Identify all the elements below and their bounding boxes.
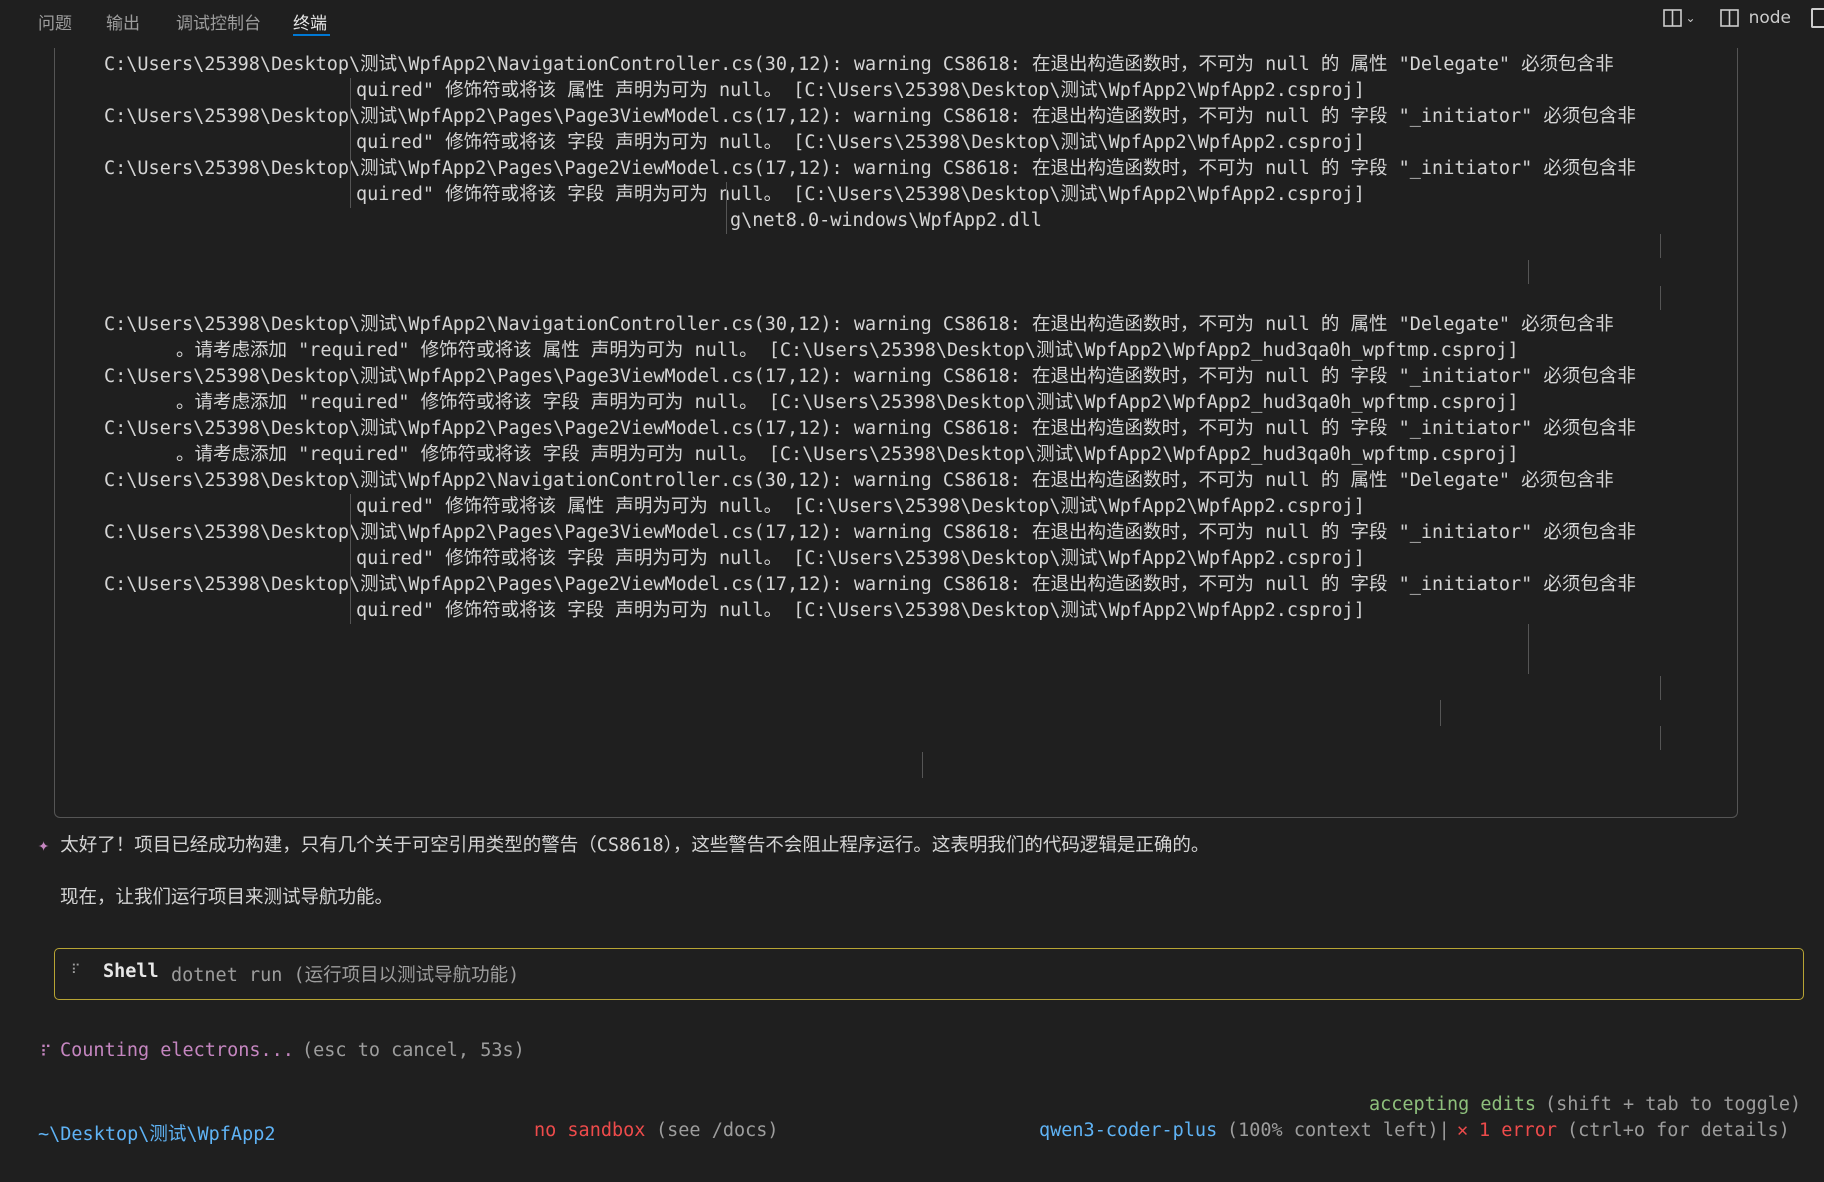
log-line: C:\Users\25398\Desktop\测试\WpfApp2\Pages\… [104, 106, 1636, 127]
log-line: C:\Users\25398\Desktop\测试\WpfApp2\Pages\… [104, 158, 1636, 179]
gutter-line [922, 752, 923, 778]
log-line: quired" 修饰符或将该 字段 声明为可为 null。 [C:\Users\… [356, 132, 1365, 153]
terminal-split-icon[interactable] [1719, 8, 1739, 28]
log-line: quired" 修饰符或将该 字段 声明为可为 null。 [C:\Users\… [356, 184, 1365, 205]
log-line: C:\Users\25398\Desktop\测试\WpfApp2\Pages\… [104, 366, 1636, 387]
model-name: qwen3-coder-plus [1039, 1120, 1218, 1141]
log-line: C:\Users\25398\Desktop\测试\WpfApp2\Naviga… [104, 314, 1614, 335]
edit-mode[interactable]: accepting edits [1369, 1094, 1536, 1115]
tab-debug-console[interactable]: 调试控制台 [176, 9, 261, 34]
log-line: quired" 修饰符或将该 字段 声明为可为 null。 [C:\Users\… [356, 600, 1365, 621]
panel-tab-bar: 问题 输出 调试控制台 终端 ⌄ node [0, 0, 1824, 40]
gutter-line [1528, 260, 1529, 284]
active-tab-indicator [293, 34, 330, 36]
split-layout-icon[interactable] [1662, 8, 1682, 28]
panel-actions: ⌄ node [1662, 8, 1824, 28]
log-line: C:\Users\25398\Desktop\测试\WpfApp2\Pages\… [104, 522, 1636, 543]
log-line: C:\Users\25398\Desktop\测试\WpfApp2\Pages\… [104, 574, 1636, 595]
tab-terminal[interactable]: 终端 [293, 9, 327, 34]
panel-toggle-icon[interactable] [1811, 8, 1824, 28]
log-line: C:\Users\25398\Desktop\测试\WpfApp2\Pages\… [104, 418, 1636, 439]
error-count[interactable]: 1 error [1479, 1120, 1557, 1141]
gutter-line [1440, 700, 1441, 726]
sparkle-icon: ✦ [38, 835, 50, 856]
terminal-name[interactable]: node [1749, 8, 1791, 28]
log-line: 。请考虑添加 "required" 修饰符或将该 属性 声明为可为 null。 … [176, 340, 1519, 361]
status-text: Counting electrons... [60, 1040, 294, 1061]
status-hint: (esc to cancel, 53s) [302, 1040, 525, 1061]
log-line: 。请考虑添加 "required" 修饰符或将该 字段 声明为可为 null。 … [176, 444, 1519, 465]
gutter-line [350, 494, 351, 624]
error-icon: ✕ [1457, 1120, 1469, 1141]
context-left: (100% context left)| [1227, 1120, 1450, 1141]
log-line: quired" 修饰符或将该 属性 声明为可为 null。 [C:\Users\… [356, 496, 1365, 517]
gutter-line [726, 182, 727, 234]
edit-mode-hint: (shift + tab to toggle) [1545, 1094, 1802, 1115]
gutter-line [1660, 234, 1661, 258]
log-line: quired" 修饰符或将该 属性 声明为可为 null。 [C:\Users\… [356, 80, 1365, 101]
tool-command: dotnet run (运行项目以测试导航功能) [171, 965, 520, 986]
gutter-line [350, 78, 351, 208]
gutter-line [1660, 676, 1661, 700]
sandbox-status: no sandbox [534, 1120, 646, 1141]
tool-status-icon: ⠏ [71, 963, 81, 978]
chevron-down-icon[interactable]: ⌄ [1686, 11, 1696, 25]
log-line: 。请考虑添加 "required" 修饰符或将该 字段 声明为可为 null。 … [176, 392, 1519, 413]
gutter-line [1528, 624, 1529, 674]
assistant-followup: 现在，让我们运行项目来测试导航功能。 [60, 887, 394, 908]
assistant-message: ✦ 太好了！项目已经成功构建，只有几个关于可空引用类型的警告（CS8618），这… [38, 831, 1209, 857]
cwd-path: ~\Desktop\测试\WpfApp2 [38, 1124, 276, 1145]
error-hint: (ctrl+o for details) [1567, 1120, 1790, 1141]
assistant-message-text: 太好了！项目已经成功构建，只有几个关于可空引用类型的警告（CS8618），这些警… [60, 835, 1210, 856]
log-line: quired" 修饰符或将该 字段 声明为可为 null。 [C:\Users\… [356, 548, 1365, 569]
log-line: C:\Users\25398\Desktop\测试\WpfApp2\Naviga… [104, 470, 1614, 491]
gutter-line [1660, 726, 1661, 750]
tab-problems[interactable]: 问题 [38, 9, 72, 34]
log-line: C:\Users\25398\Desktop\测试\WpfApp2\Naviga… [104, 54, 1614, 75]
tab-output[interactable]: 输出 [106, 9, 140, 34]
gutter-line [1660, 286, 1661, 310]
spinner-icon: ⠏ [40, 1042, 52, 1061]
tool-call-box[interactable]: ⠏ Shell dotnet run (运行项目以测试导航功能) [54, 948, 1804, 1000]
tool-name: Shell [103, 961, 159, 982]
log-line: g\net8.0-windows\WpfApp2.dll [730, 210, 1042, 231]
sandbox-hint: (see /docs) [656, 1120, 779, 1141]
